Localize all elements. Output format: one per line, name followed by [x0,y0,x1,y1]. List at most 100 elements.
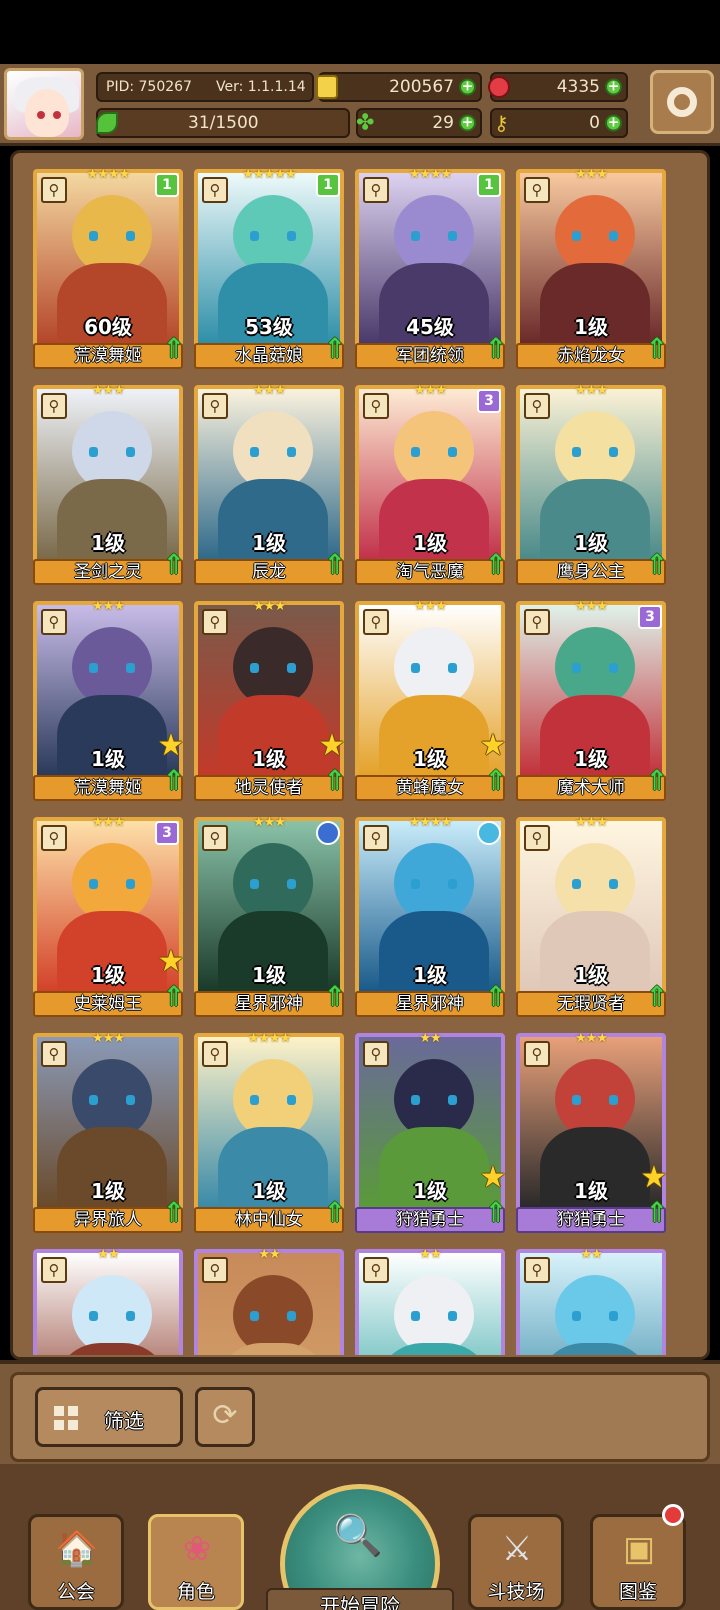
add-gold-button[interactable]: + [459,78,476,96]
app: PID: 750267 Ver: 1.1.1.14 200567 + 4335 … [0,0,720,1610]
star-rating: ★★★★ [247,1031,292,1046]
crossed-swords-icon: ⚔ [501,1529,533,1569]
nav-guild[interactable]: 🏠 公会 [28,1514,124,1610]
star-rating: ★★★ [575,169,608,182]
filter-bar: 筛选 ⟳ [10,1372,710,1462]
character-card[interactable]: ⚲ ★★★ 1级 狩猎勇士 ⇑ ★ [516,1031,669,1233]
character-portrait: ⚲ [516,1249,666,1355]
rank-badge: 3 [638,605,662,629]
gem-value: 4335 [556,77,600,97]
character-card[interactable]: ⚲ ★★★ 3 1级 史莱姆王 ⇑ ★ [33,815,186,1017]
character-card[interactable]: ⚲ ★★★ 1级 荒漠舞姬 ⇑ ★ [33,599,186,801]
upgrade-arrow-icon: ⇑ [323,980,347,1013]
bottom-panel: 筛选 ⟳ 🏠 公会 ❀ 角色 🔍 开始冒险 ⚔ 斗技场 ▣ 图鉴 [0,1360,720,1610]
character-card[interactable]: ⚲ ★★★ 1级 辰龙 ⇑ [194,383,347,585]
add-key-button[interactable]: + [605,114,622,132]
rank-badge: 3 [477,389,501,413]
element-orb-icon [316,821,340,845]
weapon-type-icon: ⚲ [524,393,550,419]
filter-button[interactable]: 筛选 [35,1387,183,1447]
character-card[interactable]: ⚲ ★★★ 1级 星界邪神 ⇑ [194,815,347,1017]
weapon-type-icon: ⚲ [202,825,228,851]
magnifier-icon: 🔍 [333,1513,383,1559]
gem-panel: 4335 + [488,72,628,102]
nav-role[interactable]: ❀ 角色 [148,1514,244,1610]
character-card[interactable]: ⚲ ★★ [516,1247,666,1355]
weapon-type-icon: ⚲ [363,393,389,419]
upgrade-arrow-icon: ⇑ [323,332,347,365]
star-rating: ★★★ [92,815,125,830]
settings-button[interactable] [650,70,714,134]
weapon-type-icon: ⚲ [524,1041,550,1067]
star-rating: ★★★ [575,383,608,398]
star-rating: ★★ [97,1247,119,1262]
upgrade-arrow-icon: ⇑ [484,980,508,1013]
add-gem-button[interactable]: + [605,78,622,96]
weapon-type-icon: ⚲ [524,609,550,635]
pid-text: PID: 750267 [106,79,192,95]
gem-icon [488,76,510,98]
character-card[interactable]: ⚲ ★★★ 1级 鹰身公主 ⇑ [516,383,669,585]
favorite-star-icon: ★ [479,1160,507,1195]
character-card[interactable]: ⚲ ★★★★ 1 45级 军团统领 ⇑ [355,169,508,369]
weapon-type-icon: ⚲ [202,393,228,419]
character-card[interactable]: ⚲ ★★ [355,1247,505,1355]
upgrade-arrow-icon: ⇑ [323,548,347,581]
star-rating: ★★★★★ [242,169,296,182]
rank-badge: 1 [155,173,179,197]
player-avatar[interactable] [4,68,84,140]
key-value: 0 [589,113,600,133]
key-panel: ⚷ 0 + [490,108,628,138]
character-card[interactable]: ⚲ ★★★★★ 1 53级 水晶菇娘 ⇑ [194,169,347,369]
star-rating: ★★★ [92,383,125,398]
character-card[interactable]: ⚲ ★★★★ 1级 林中仙女 ⇑ [194,1031,347,1233]
character-grid[interactable]: ⚲ ★★★★ 1 60级 荒漠舞姬 ⇑ ⚲ ★★★★★ 1 53级 水晶菇娘 ⇑ ⚲ ★★★★ 1 45级 军团… [33,169,701,1355]
rank-badge: 1 [477,173,501,197]
character-card[interactable]: ⚲ ★★★ 1级 地灵使者 ⇑ ★ [194,599,347,801]
start-adventure-button[interactable]: 🔍 开始冒险 [266,1484,454,1610]
favorite-star-icon: ★ [479,728,507,763]
filter-label: 筛选 [104,1409,144,1433]
favorite-star-icon: ★ [157,944,185,979]
weapon-type-icon: ⚲ [41,825,67,851]
nav-codex[interactable]: ▣ 图鉴 [590,1514,686,1610]
weapon-type-icon: ⚲ [363,825,389,851]
character-card[interactable]: ⚲ ★★ [194,1247,344,1355]
weapon-type-icon: ⚲ [202,177,228,203]
weapon-type-icon: ⚲ [524,1257,550,1283]
star-rating: ★★★ [575,815,608,830]
exp-value: 31/1500 [188,113,259,133]
upgrade-arrow-icon: ⇑ [162,764,186,797]
character-card[interactable]: ⚲ ★★★ 1级 黄蜂魔女 ⇑ ★ [355,599,508,801]
upgrade-arrow-icon: ⇑ [645,548,669,581]
refresh-icon: ⟳ [212,1398,238,1433]
character-card[interactable]: ⚲ ★★ [33,1247,183,1355]
upgrade-arrow-icon: ⇑ [645,764,669,797]
weapon-type-icon: ⚲ [202,609,228,635]
character-card[interactable]: ⚲ ★★★ 1级 无瑕贤者 ⇑ [516,815,669,1017]
character-card[interactable]: ⚲ ★★★ 3 1级 淘气恶魔 ⇑ [355,383,508,585]
character-card[interactable]: ⚲ ★★ 1级 狩猎勇士 ⇑ ★ [355,1031,508,1233]
upgrade-arrow-icon: ⇑ [645,332,669,365]
nav-arena[interactable]: ⚔ 斗技场 [468,1514,564,1610]
character-card[interactable]: ⚲ ★★★★ 1 60级 荒漠舞姬 ⇑ [33,169,186,369]
weapon-type-icon: ⚲ [363,1257,389,1283]
character-card[interactable]: ⚲ ★★★★ 1级 星界邪神 ⇑ [355,815,508,1017]
character-card[interactable]: ⚲ ★★★ 1级 圣剑之灵 ⇑ [33,383,186,585]
refresh-button[interactable]: ⟳ [195,1387,255,1447]
star-rating: ★★★ [92,599,125,614]
star-rating: ★★★★ [86,169,131,182]
character-card[interactable]: ⚲ ★★★ 3 1级 魔术大师 ⇑ [516,599,669,801]
upgrade-arrow-icon: ⇑ [645,1196,669,1229]
star-rating: ★★★ [414,599,447,614]
add-clover-button[interactable]: + [459,114,476,132]
weapon-type-icon: ⚲ [202,1257,228,1283]
star-rating: ★★ [258,1247,280,1262]
star-rating: ★★★ [253,599,286,614]
rank-badge: 3 [155,821,179,845]
upgrade-arrow-icon: ⇑ [162,332,186,365]
star-rating: ★★★ [575,599,608,614]
character-card[interactable]: ⚲ ★★★ 1级 赤焰龙女 ⇑ [516,169,669,369]
star-rating: ★★ [580,1247,602,1262]
character-card[interactable]: ⚲ ★★★ 1级 异界旅人 ⇑ [33,1031,186,1233]
